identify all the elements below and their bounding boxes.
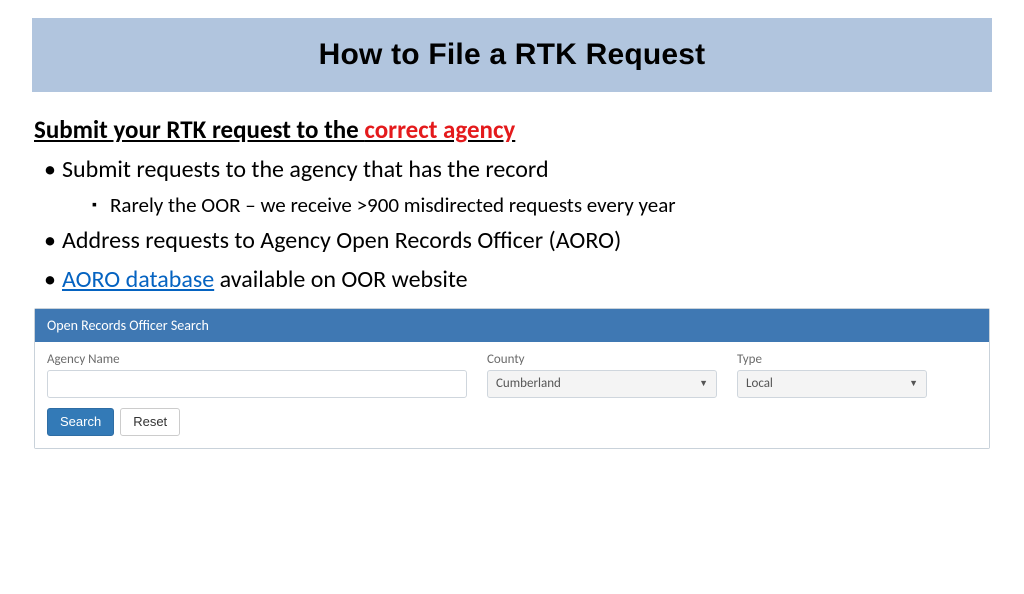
type-label: Type [737,352,927,367]
list-item: AORO database available on OOR website [40,263,990,298]
title-bar: How to File a RTK Request [32,18,992,92]
chevron-down-icon: ▼ [693,378,708,389]
sub-list-item: Rarely the OOR – we receive >900 misdire… [92,190,990,220]
list-item: Address requests to Agency Open Records … [40,224,990,259]
reset-button[interactable]: Reset [120,408,180,436]
aoro-database-link[interactable]: AORO database [62,265,214,294]
search-button[interactable]: Search [47,408,114,436]
county-select-value: Cumberland [496,376,561,391]
list-item-text: Submit requests to the agency that has t… [62,155,549,184]
type-select[interactable]: Local ▼ [737,370,927,398]
button-row: Search Reset [47,408,977,436]
subheading-text: Submit your RTK request to the [34,114,364,145]
county-select[interactable]: Cumberland ▼ [487,370,717,398]
page-title: How to File a RTK Request [32,38,992,72]
county-field: County Cumberland ▼ [487,352,717,398]
type-field: Type Local ▼ [737,352,927,398]
search-panel: Open Records Officer Search Agency Name … [34,308,990,449]
agency-input[interactable] [47,370,467,398]
chevron-down-icon: ▼ [903,378,918,389]
list-item-text: available on OOR website [214,265,467,294]
agency-label: Agency Name [47,352,467,367]
county-label: County [487,352,717,367]
bullet-list: Submit requests to the agency that has t… [34,153,990,298]
panel-header: Open Records Officer Search [35,309,989,342]
sub-list: Rarely the OOR – we receive >900 misdire… [62,190,990,220]
agency-field: Agency Name [47,352,467,398]
panel-body: Agency Name County Cumberland ▼ Type Loc… [35,342,989,448]
form-row: Agency Name County Cumberland ▼ Type Loc… [47,352,977,398]
type-select-value: Local [746,376,773,391]
content-area: Submit your RTK request to the correct a… [0,92,1024,298]
subheading: Submit your RTK request to the correct a… [34,114,990,145]
list-item: Submit requests to the agency that has t… [40,153,990,220]
subheading-emphasis: correct agency [364,114,515,145]
